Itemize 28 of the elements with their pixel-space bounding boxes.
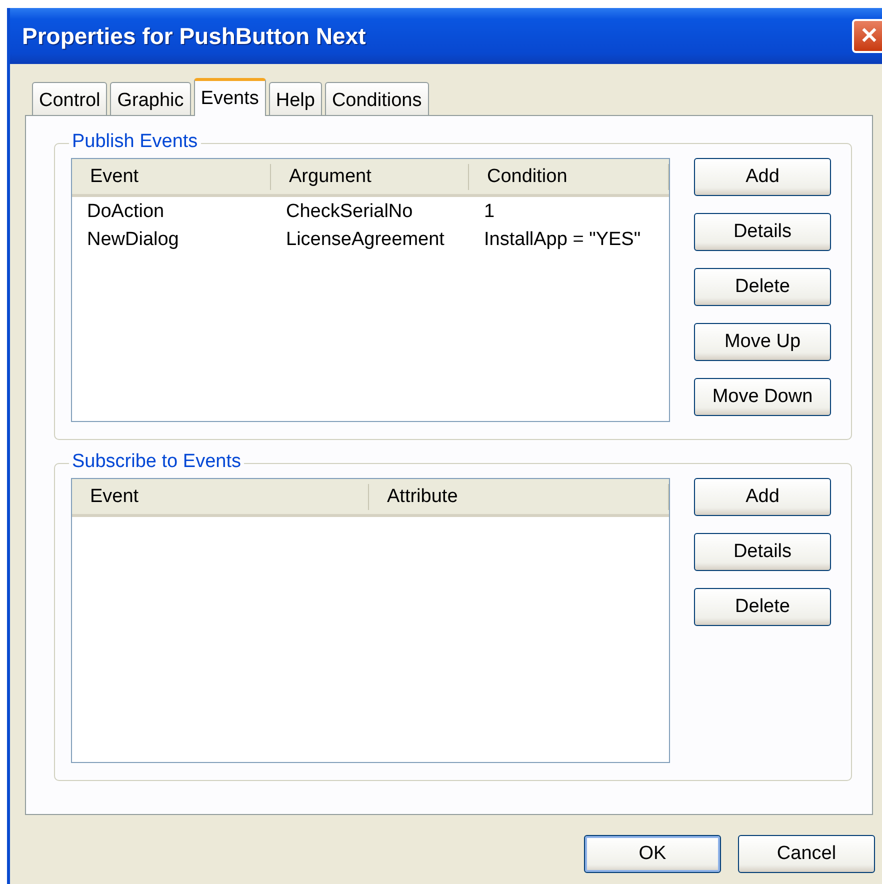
action-button[interactable]: Delete xyxy=(694,268,831,306)
table-cell-text: NewDialog xyxy=(86,228,180,252)
action-button[interactable]: Move Up xyxy=(694,323,831,361)
tab[interactable]: Help xyxy=(268,82,322,115)
table-cell-text: DoAction xyxy=(86,200,166,224)
action-button[interactable]: Delete xyxy=(694,588,831,626)
action-button[interactable]: Details xyxy=(694,213,831,251)
column-header[interactable]: Argument xyxy=(271,164,469,190)
action-button[interactable]: Details xyxy=(694,533,831,571)
table-cell-text: InstallApp = "YES" xyxy=(483,228,642,252)
table-cell-text: CheckSerialNo xyxy=(285,200,414,224)
tab[interactable]: Conditions xyxy=(324,82,429,115)
ok-button[interactable]: OK xyxy=(584,835,721,873)
tab[interactable]: Events xyxy=(194,78,266,116)
table-cell-text: LicenseAgreement xyxy=(285,228,446,252)
close-button[interactable]: ✕ xyxy=(852,19,882,53)
column-header[interactable]: Attribute xyxy=(369,484,669,510)
column-header[interactable]: Event xyxy=(72,484,369,510)
action-button[interactable]: Move Down xyxy=(694,378,831,416)
cancel-button[interactable]: Cancel xyxy=(738,835,875,873)
action-button[interactable]: Add xyxy=(694,158,831,196)
column-header[interactable]: Event xyxy=(72,164,271,190)
window-title: Properties for PushButton Next xyxy=(22,22,366,51)
column-header[interactable]: Condition xyxy=(469,164,669,190)
table-cell-text: 1 xyxy=(483,200,496,224)
action-button[interactable]: Add xyxy=(694,478,831,516)
tab[interactable]: Graphic xyxy=(110,82,191,115)
tab[interactable]: Control xyxy=(32,82,108,115)
